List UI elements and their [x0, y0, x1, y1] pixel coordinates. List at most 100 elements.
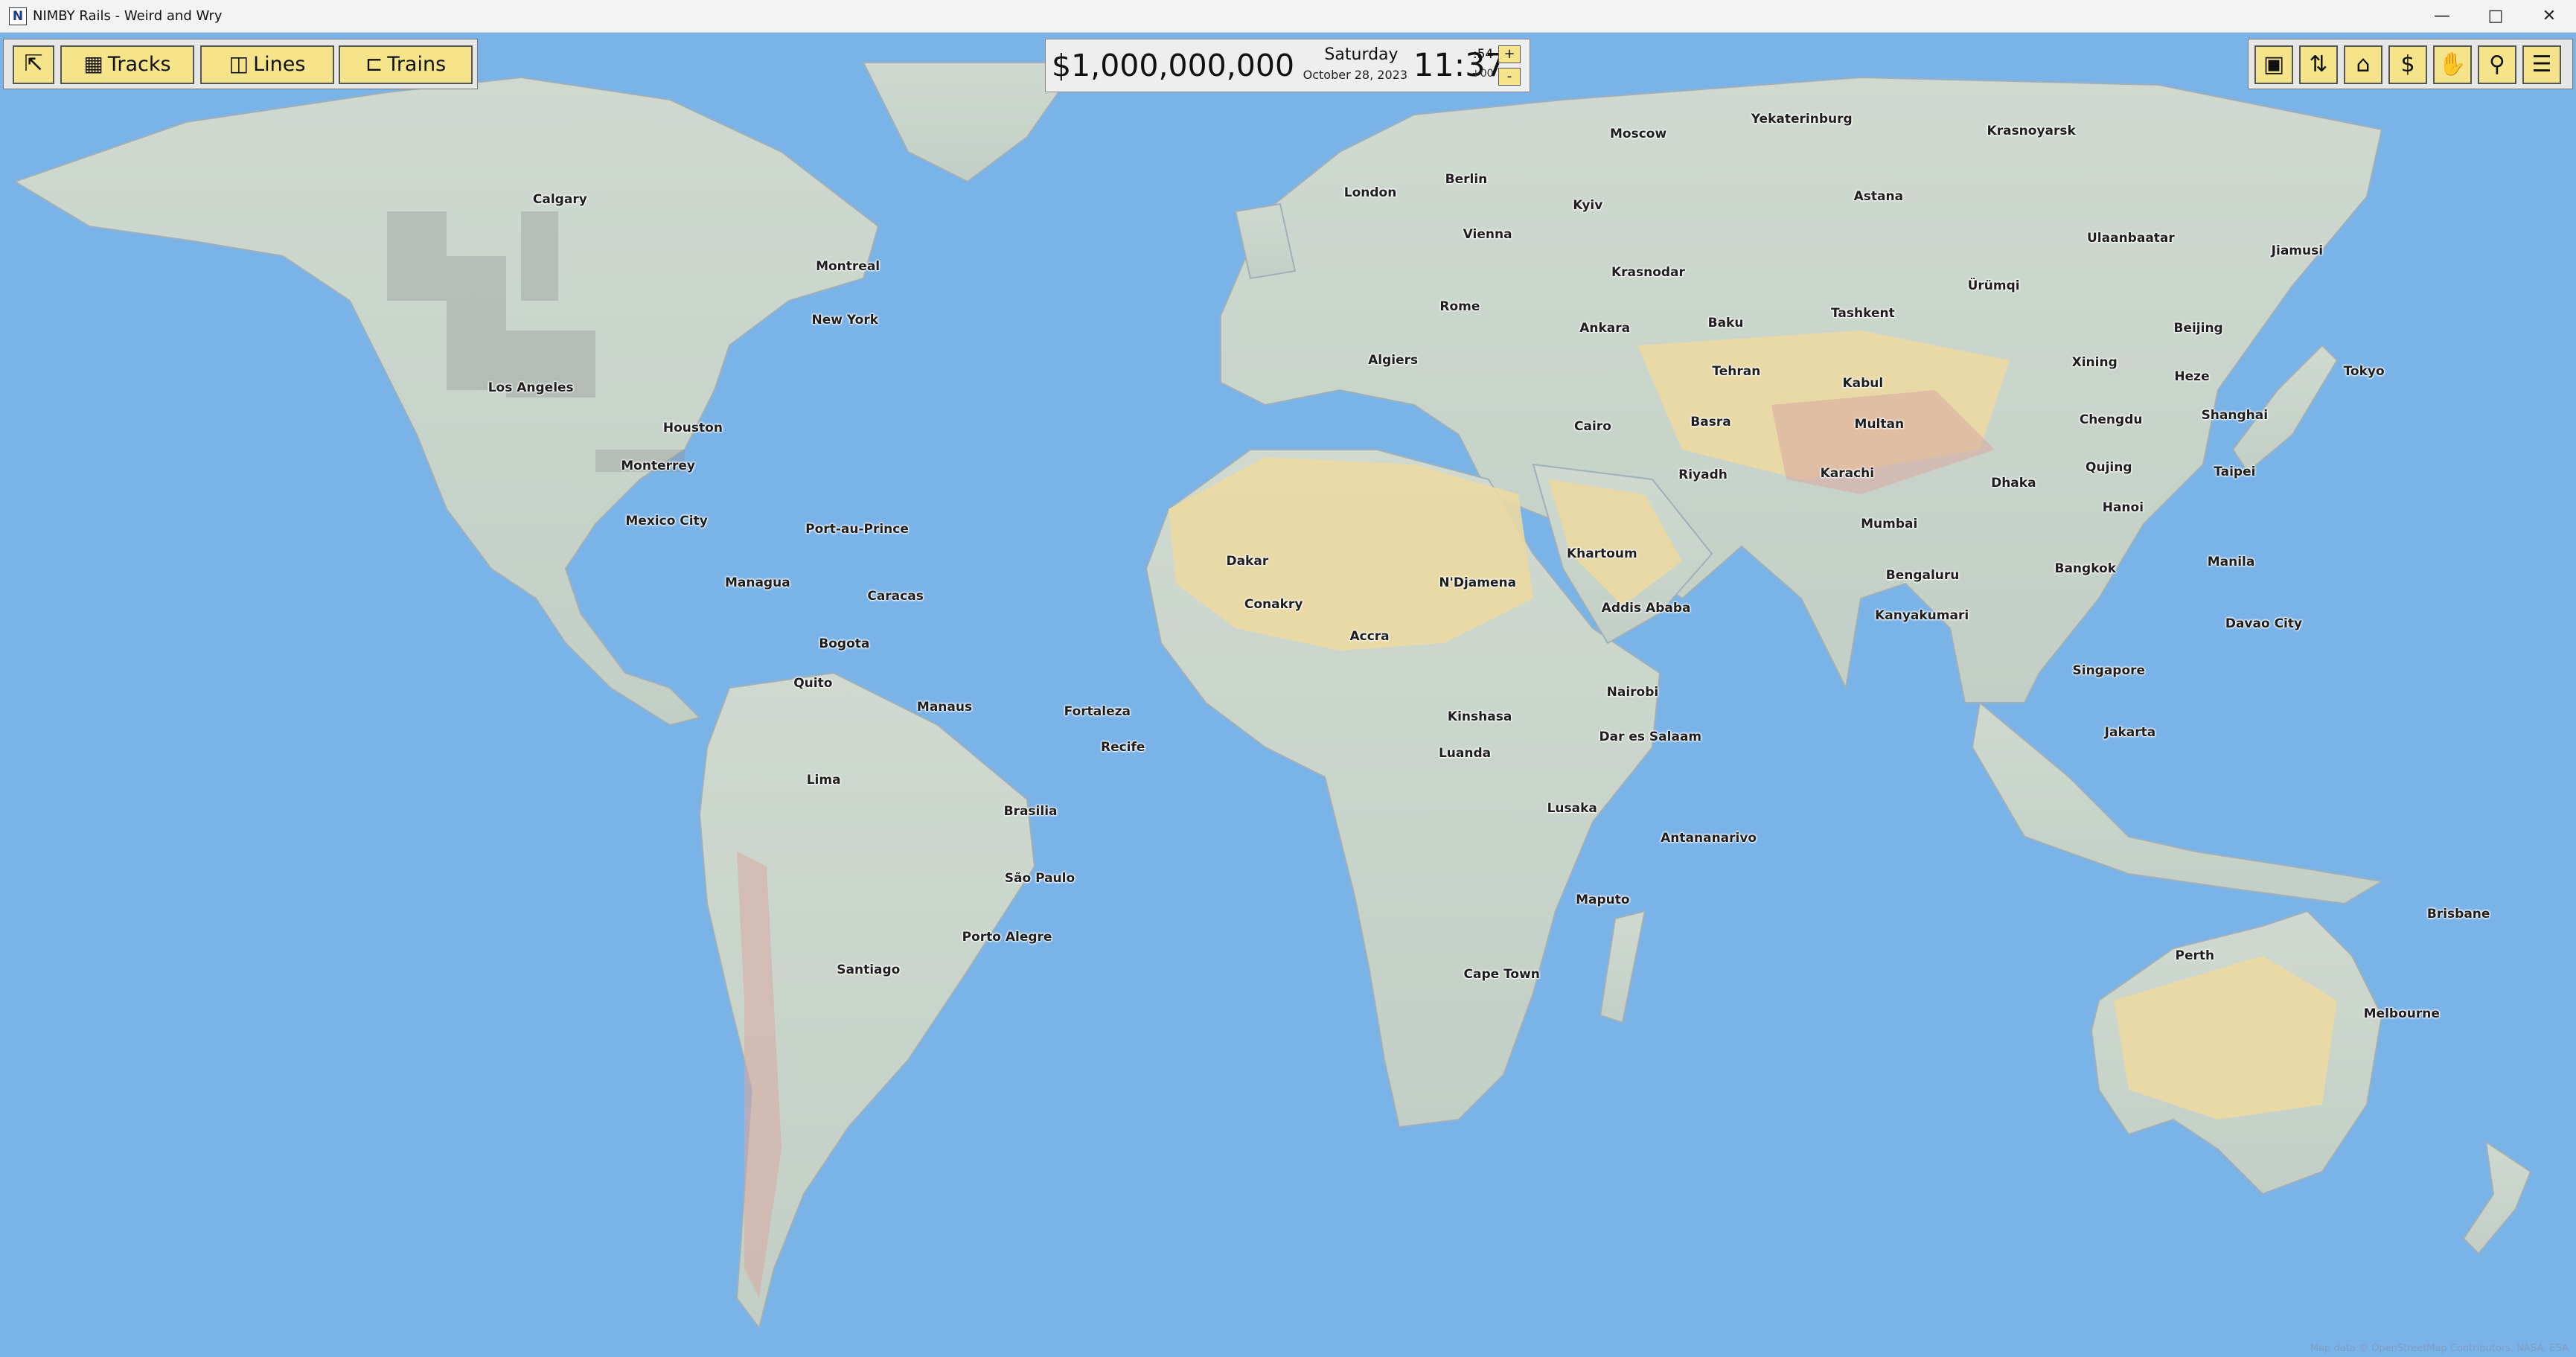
- city-label[interactable]: Nairobi: [1607, 685, 1659, 700]
- minimize-button[interactable]: —: [2416, 0, 2468, 33]
- city-label[interactable]: Tashkent: [1831, 306, 1895, 321]
- city-label[interactable]: Mexico City: [625, 514, 707, 529]
- city-label[interactable]: Porto Alegre: [962, 930, 1052, 945]
- tab-lines[interactable]: ◫ Lines: [200, 45, 334, 84]
- passengers-button[interactable]: ✋: [2433, 45, 2472, 84]
- city-label[interactable]: Lusaka: [1547, 801, 1597, 816]
- select-tool-button[interactable]: ⇱: [13, 45, 54, 84]
- city-label[interactable]: Los Angeles: [488, 380, 574, 395]
- finance-button[interactable]: $: [2388, 45, 2427, 84]
- city-label[interactable]: Maputo: [1576, 893, 1629, 907]
- city-label[interactable]: Ankara: [1579, 321, 1630, 336]
- world-map[interactable]: OsloMoscowYekaterinburgKrasnoyarskLondon…: [0, 33, 2576, 1357]
- city-label[interactable]: Mumbai: [1861, 517, 1917, 531]
- city-label[interactable]: Jiamusi: [2272, 243, 2323, 258]
- city-label[interactable]: Basra: [1690, 415, 1730, 430]
- city-label[interactable]: Addis Ababa: [1602, 601, 1691, 616]
- tracks-icon: ▦: [83, 51, 103, 76]
- city-label[interactable]: Astana: [1854, 189, 1903, 204]
- city-label[interactable]: São Paulo: [1005, 871, 1075, 886]
- city-label[interactable]: Multan: [1855, 417, 1905, 432]
- city-label[interactable]: Tokyo: [2344, 364, 2385, 379]
- city-label[interactable]: Montreal: [816, 259, 880, 274]
- city-label[interactable]: Xining: [2072, 355, 2118, 370]
- search-icon: ⚲: [2489, 51, 2505, 77]
- city-label[interactable]: Rome: [1439, 299, 1480, 314]
- search-button[interactable]: ⚲: [2478, 45, 2516, 84]
- city-label[interactable]: Brasilia: [1004, 804, 1058, 819]
- map-view-button[interactable]: ▣: [2254, 45, 2293, 84]
- city-label[interactable]: Bengaluru: [1886, 568, 1960, 583]
- city-label[interactable]: Hanoi: [2103, 500, 2144, 515]
- tickets-button[interactable]: ⌂: [2344, 45, 2382, 84]
- city-label[interactable]: Baku: [1708, 316, 1744, 331]
- tab-trains[interactable]: ⊏ Trains: [339, 45, 473, 84]
- city-label[interactable]: Beijing: [2173, 321, 2222, 336]
- map-attribution: Map data © OpenStreetMap Contributors, N…: [2310, 1343, 2569, 1354]
- city-label[interactable]: Melbourne: [2364, 1006, 2440, 1021]
- city-label[interactable]: Khartoum: [1567, 546, 1637, 561]
- city-label[interactable]: Dhaka: [1991, 476, 2036, 491]
- city-label[interactable]: Conakry: [1244, 597, 1303, 612]
- city-label[interactable]: Managua: [725, 575, 790, 590]
- city-label[interactable]: Port-au-Prince: [805, 522, 909, 537]
- city-label[interactable]: Kinshasa: [1448, 709, 1512, 724]
- city-label[interactable]: Qujing: [2086, 460, 2132, 475]
- landmass-madagascar: [1599, 910, 1646, 1024]
- city-label[interactable]: Fortaleza: [1064, 704, 1131, 719]
- city-label[interactable]: Karachi: [1821, 466, 1875, 481]
- city-label[interactable]: Cape Town: [1464, 967, 1540, 982]
- city-label[interactable]: Taipei: [2214, 464, 2255, 479]
- sort-button[interactable]: ⇅: [2299, 45, 2338, 84]
- menu-button[interactable]: ☰: [2522, 45, 2561, 84]
- city-label[interactable]: Brisbane: [2427, 907, 2490, 922]
- city-label[interactable]: Accra: [1349, 629, 1389, 644]
- city-label[interactable]: Singapore: [2072, 663, 2145, 678]
- city-label[interactable]: Houston: [663, 421, 723, 435]
- maximize-button[interactable]: □: [2470, 0, 2522, 33]
- city-label[interactable]: Cairo: [1574, 419, 1611, 434]
- city-label[interactable]: Dakar: [1226, 554, 1268, 569]
- city-label[interactable]: Riyadh: [1678, 467, 1728, 482]
- city-label[interactable]: Davao City: [2225, 616, 2302, 631]
- city-label[interactable]: Tehran: [1712, 364, 1760, 379]
- city-label[interactable]: Caracas: [867, 589, 923, 604]
- city-label[interactable]: N'Djamena: [1439, 575, 1516, 590]
- city-label[interactable]: Lima: [807, 773, 841, 788]
- city-label[interactable]: Krasnodar: [1611, 265, 1685, 280]
- city-label[interactable]: Shanghai: [2202, 408, 2269, 423]
- city-label[interactable]: Ulaanbaatar: [2087, 231, 2175, 246]
- city-label[interactable]: Berlin: [1445, 172, 1488, 187]
- city-label[interactable]: Jakarta: [2105, 725, 2156, 740]
- city-label[interactable]: Krasnoyarsk: [1987, 124, 2076, 138]
- speed-down-button[interactable]: -: [1498, 68, 1521, 86]
- tab-tracks[interactable]: ▦ Tracks: [60, 45, 194, 84]
- city-label[interactable]: Luanda: [1439, 746, 1491, 761]
- city-label[interactable]: Antananarivo: [1661, 831, 1757, 846]
- city-label[interactable]: Bangkok: [2054, 561, 2116, 576]
- city-label[interactable]: Manila: [2208, 555, 2255, 569]
- city-label[interactable]: Bogota: [819, 636, 869, 651]
- city-label[interactable]: Recife: [1101, 740, 1145, 755]
- city-label[interactable]: Ürümqi: [1968, 278, 2020, 293]
- speed-up-button[interactable]: +: [1498, 45, 1521, 63]
- city-label[interactable]: Algiers: [1368, 353, 1418, 368]
- city-label[interactable]: Chengdu: [2080, 412, 2143, 427]
- city-label[interactable]: Calgary: [533, 192, 587, 207]
- city-label[interactable]: Yekaterinburg: [1751, 112, 1853, 127]
- city-label[interactable]: Moscow: [1610, 127, 1666, 141]
- city-label[interactable]: Heze: [2174, 369, 2209, 384]
- city-label[interactable]: Vienna: [1463, 227, 1512, 242]
- city-label[interactable]: New York: [812, 313, 879, 328]
- city-label[interactable]: Manaus: [917, 700, 972, 715]
- city-label[interactable]: Perth: [2176, 948, 2215, 963]
- city-label[interactable]: Kyiv: [1573, 198, 1602, 213]
- city-label[interactable]: Monterrey: [621, 459, 695, 473]
- city-label[interactable]: Kanyakumari: [1875, 608, 1969, 623]
- city-label[interactable]: Kabul: [1842, 376, 1883, 391]
- city-label[interactable]: Quito: [793, 676, 832, 691]
- city-label[interactable]: London: [1344, 185, 1397, 200]
- city-label[interactable]: Dar es Salaam: [1599, 729, 1701, 744]
- close-button[interactable]: ✕: [2523, 0, 2575, 33]
- city-label[interactable]: Santiago: [837, 962, 900, 977]
